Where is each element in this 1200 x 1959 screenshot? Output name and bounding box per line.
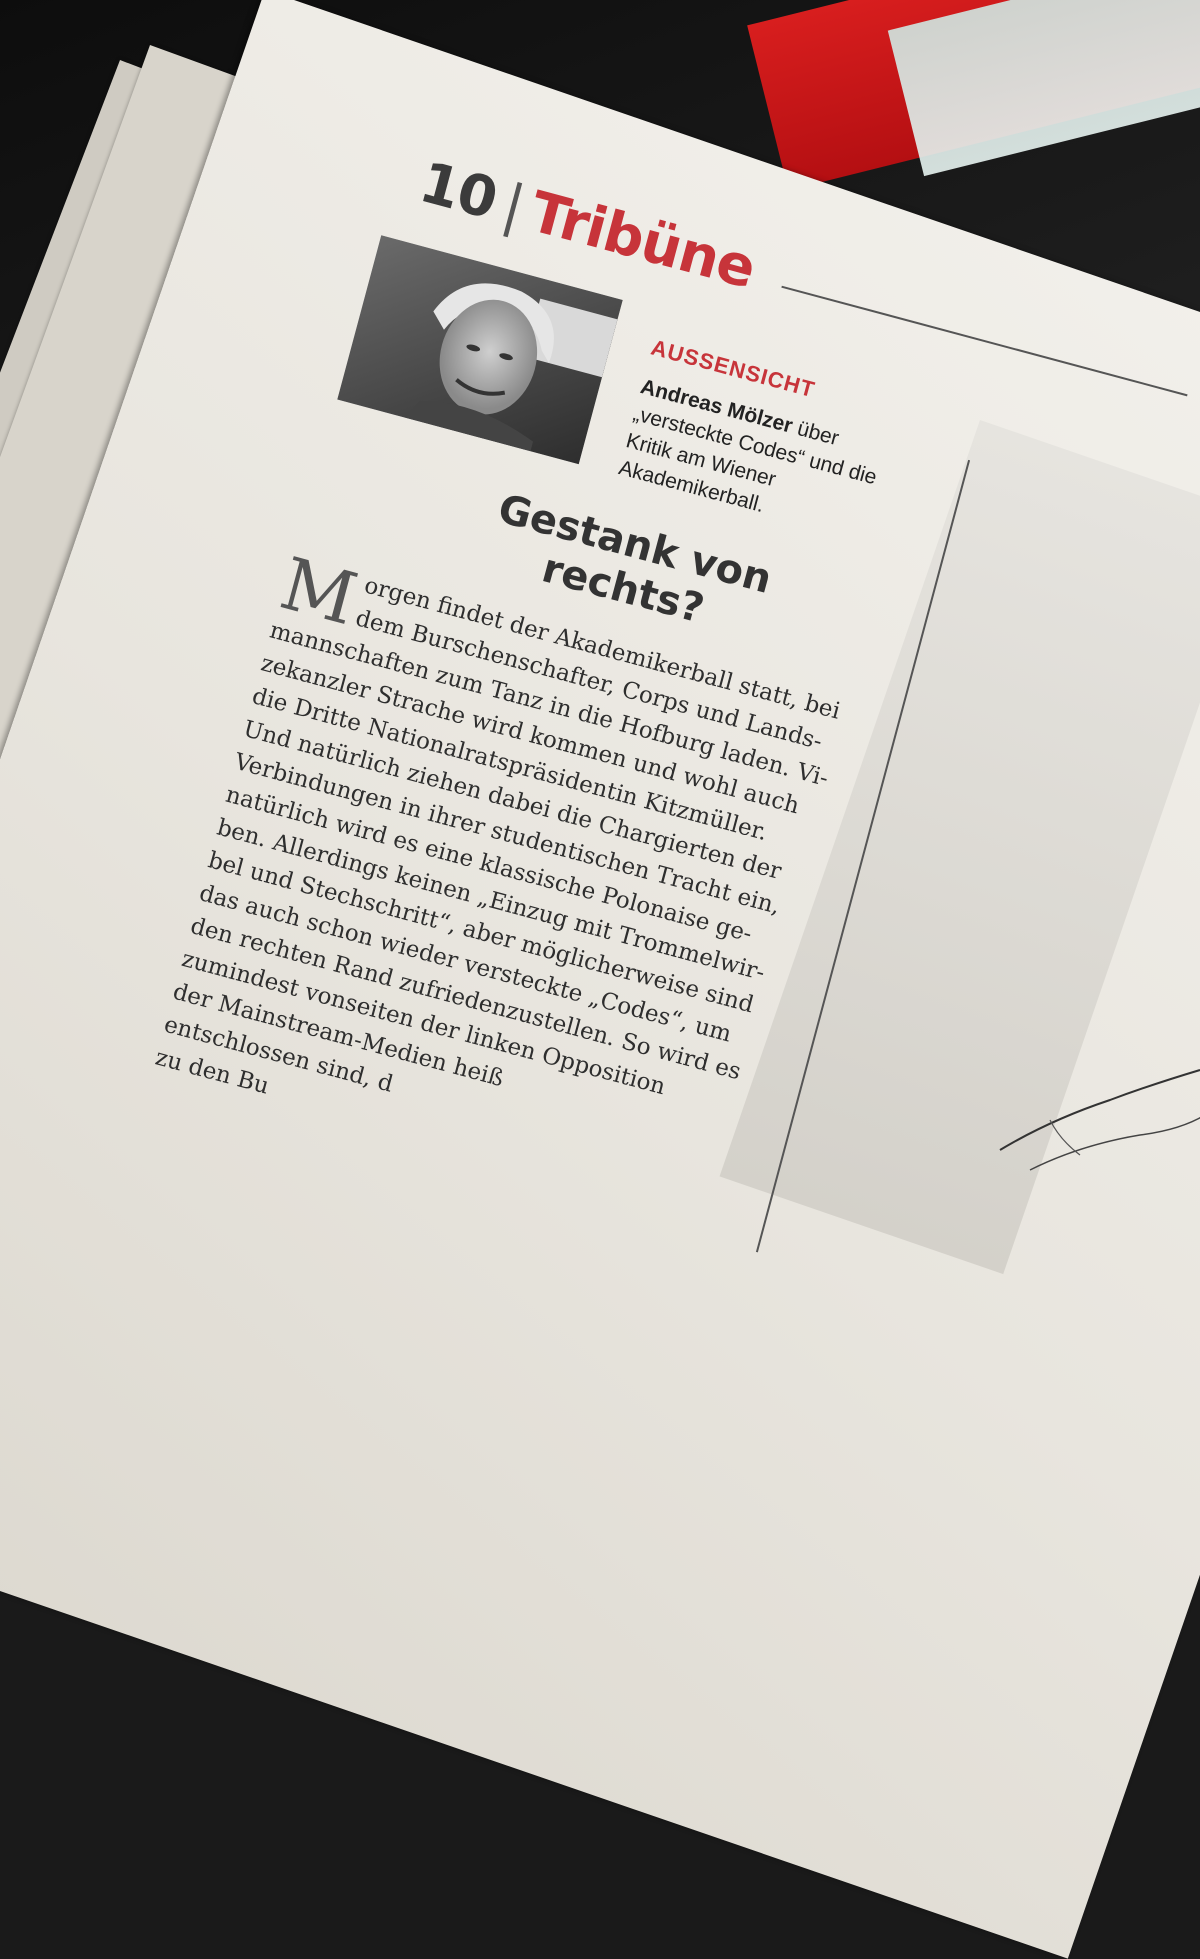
newspaper: 10|Tribüne AUSSENSICHT Andreas Mölzer üb… [0, 0, 1200, 1959]
author-portrait [337, 235, 623, 465]
sketch-drawing [999, 1069, 1200, 1171]
masthead-separator: | [496, 172, 531, 240]
portrait-image [337, 235, 623, 465]
